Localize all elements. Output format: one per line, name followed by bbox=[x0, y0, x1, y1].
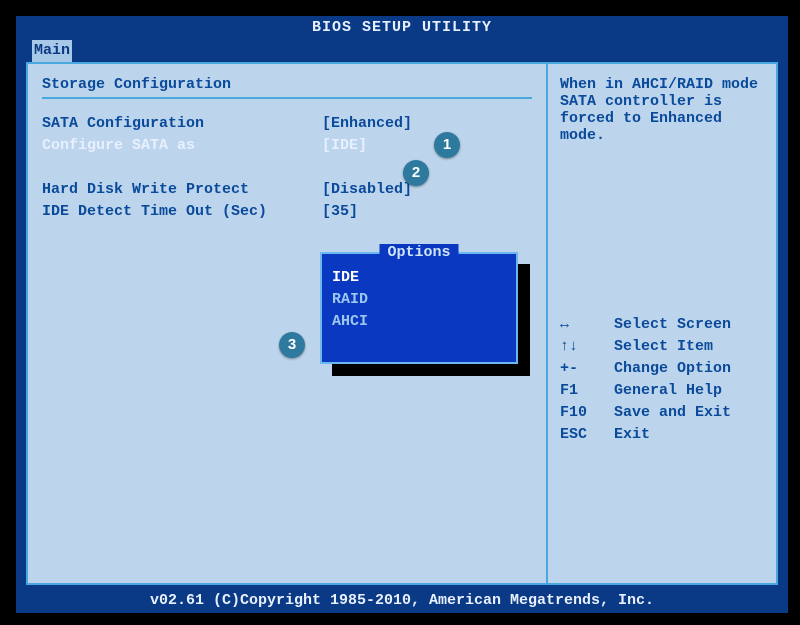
setting-label: Configure SATA as bbox=[42, 135, 322, 157]
key-desc: General Help bbox=[614, 380, 722, 402]
option-raid[interactable]: RAID bbox=[322, 288, 516, 310]
setting-sata-configuration[interactable]: SATA Configuration [Enhanced] bbox=[42, 113, 532, 135]
callout-2: 2 bbox=[403, 160, 429, 186]
main-frame: Storage Configuration SATA Configuration… bbox=[26, 62, 778, 585]
setting-value: [Disabled] bbox=[322, 179, 412, 201]
key-label: F10 bbox=[560, 402, 614, 424]
nav-save-exit: F10 Save and Exit bbox=[560, 402, 764, 424]
key-label: ESC bbox=[560, 424, 614, 446]
setting-value: [Enhanced] bbox=[322, 113, 412, 135]
setting-ide-detect-timeout[interactable]: IDE Detect Time Out (Sec) [35] bbox=[42, 201, 532, 223]
tab-row: Main bbox=[16, 40, 788, 62]
options-popup-title: Options bbox=[379, 244, 458, 261]
setting-label: SATA Configuration bbox=[42, 113, 322, 135]
key-label: F1 bbox=[560, 380, 614, 402]
key-label: +- bbox=[560, 358, 614, 380]
help-text-line: mode. bbox=[560, 127, 764, 144]
option-ide[interactable]: IDE bbox=[322, 266, 516, 288]
key-desc: Select Screen bbox=[614, 314, 731, 336]
callout-1: 1 bbox=[434, 132, 460, 158]
right-panel: When in AHCI/RAID mode SATA controller i… bbox=[548, 64, 776, 583]
key-desc: Save and Exit bbox=[614, 402, 731, 424]
nav-help: ↔ Select Screen ↑↓ Select Item +- Change… bbox=[560, 314, 764, 446]
setting-hd-write-protect[interactable]: Hard Disk Write Protect [Disabled] bbox=[42, 179, 532, 201]
nav-exit: ESC Exit bbox=[560, 424, 764, 446]
key-label: ↔ bbox=[560, 314, 614, 336]
nav-select-item: ↑↓ Select Item bbox=[560, 336, 764, 358]
option-ahci[interactable]: AHCI bbox=[322, 310, 516, 332]
key-desc: Select Item bbox=[614, 336, 713, 358]
tab-main[interactable]: Main bbox=[32, 40, 72, 62]
help-text-line: SATA controller is bbox=[560, 93, 764, 110]
setting-label: Hard Disk Write Protect bbox=[42, 179, 322, 201]
key-desc: Exit bbox=[614, 424, 650, 446]
left-panel: Storage Configuration SATA Configuration… bbox=[28, 64, 546, 583]
section-divider bbox=[42, 97, 532, 99]
footer: v02.61 (C)Copyright 1985-2010, American … bbox=[16, 589, 788, 613]
title-bar: BIOS SETUP UTILITY bbox=[16, 16, 788, 40]
help-text-line: forced to Enhanced bbox=[560, 110, 764, 127]
help-text-line: When in AHCI/RAID mode bbox=[560, 76, 764, 93]
setting-value: [35] bbox=[322, 201, 358, 223]
key-desc: Change Option bbox=[614, 358, 731, 380]
nav-change-option: +- Change Option bbox=[560, 358, 764, 380]
nav-general-help: F1 General Help bbox=[560, 380, 764, 402]
bios-screen: BIOS SETUP UTILITY Main Storage Configur… bbox=[14, 14, 790, 615]
section-title: Storage Configuration bbox=[42, 76, 532, 93]
options-popup: Options IDE RAID AHCI bbox=[320, 252, 518, 364]
nav-select-screen: ↔ Select Screen bbox=[560, 314, 764, 336]
key-label: ↑↓ bbox=[560, 336, 614, 358]
setting-value: [IDE] bbox=[322, 135, 367, 157]
callout-3: 3 bbox=[279, 332, 305, 358]
setting-label: IDE Detect Time Out (Sec) bbox=[42, 201, 322, 223]
